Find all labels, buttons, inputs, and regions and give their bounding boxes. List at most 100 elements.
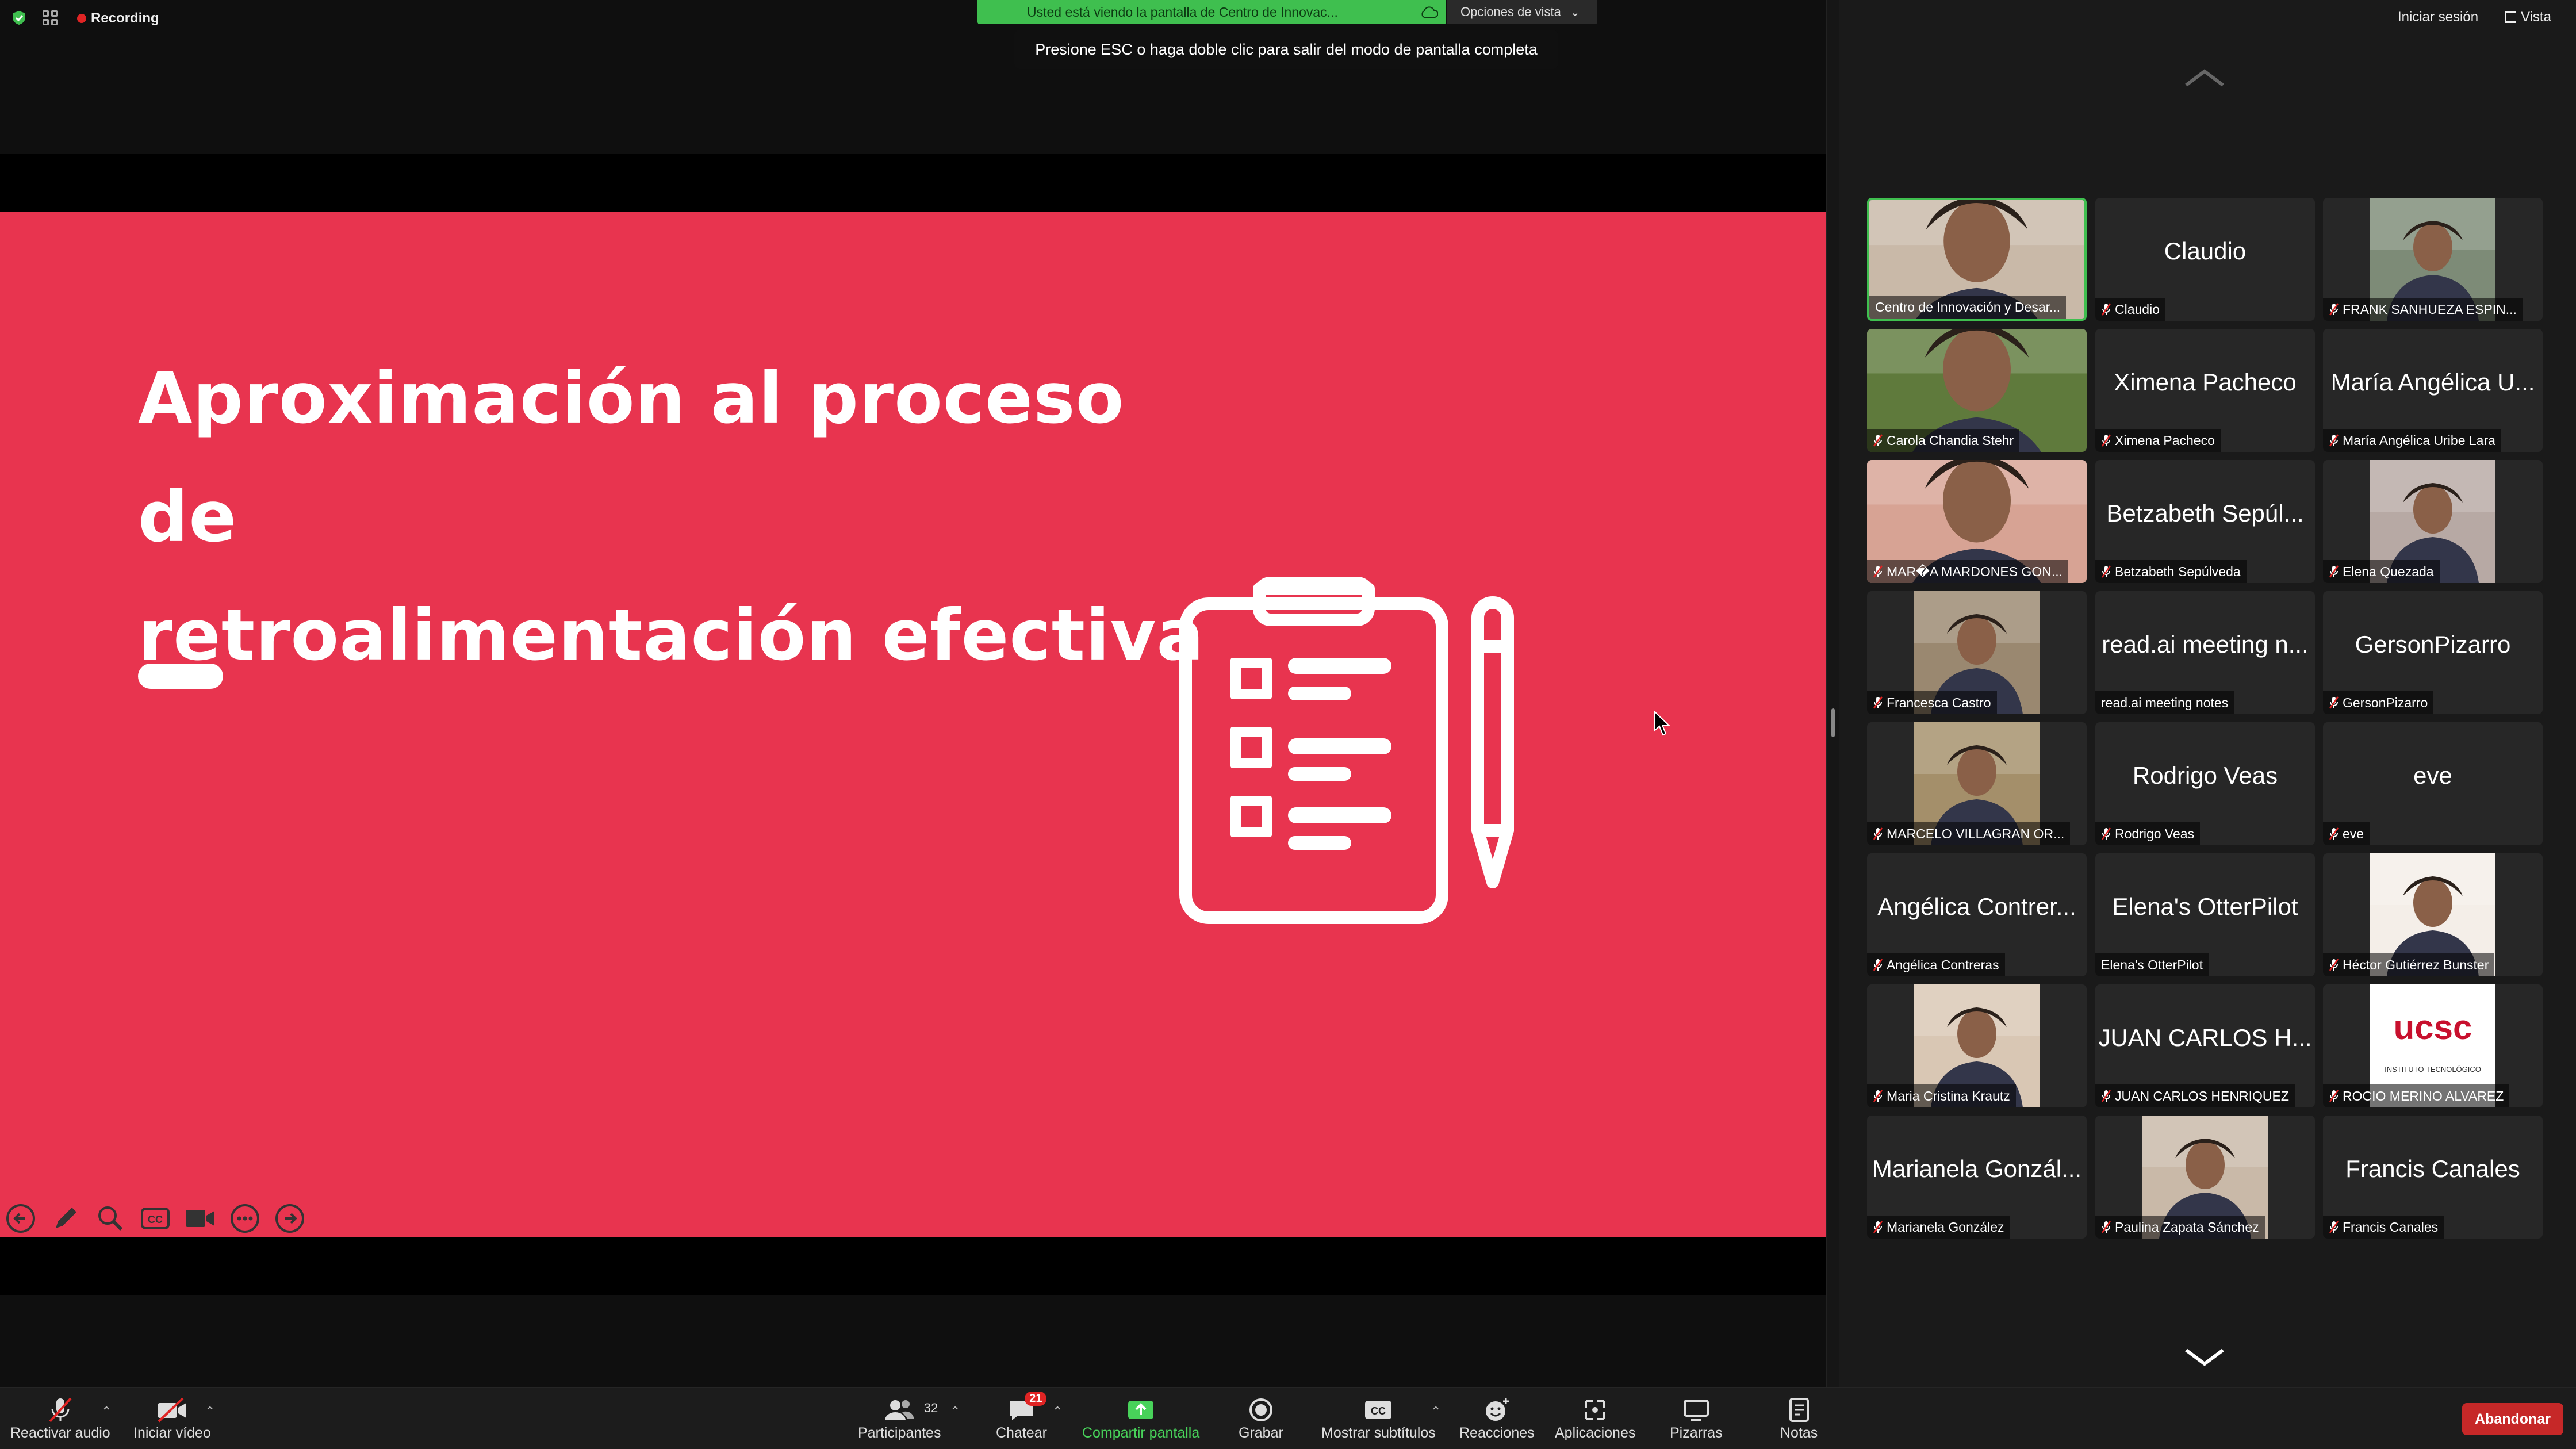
participant-tile[interactable]: read.ai meeting n... read.ai meeting note… <box>2095 591 2315 714</box>
microphone-muted-icon <box>2329 959 2339 971</box>
panel-splitter[interactable] <box>1826 0 1839 1387</box>
participant-tile[interactable]: Marianela Gonzál... Marianela González <box>1867 1116 2087 1239</box>
view-options-button[interactable]: Opciones de vista ⌄ <box>1447 0 1597 24</box>
participant-name: Paulina Zapata Sánchez <box>2115 1219 2259 1235</box>
participant-name-label: Paulina Zapata Sánchez <box>2095 1216 2265 1239</box>
participant-name-label: María Angélica Uribe Lara <box>2323 429 2501 452</box>
participant-tile[interactable]: Rodrigo Veas Rodrigo Veas <box>2095 722 2315 845</box>
microphone-muted-icon <box>1873 1090 1883 1102</box>
participant-name: GersonPizarro <box>2343 695 2428 710</box>
captions-icon-wrap: CC <box>1364 1395 1393 1425</box>
grid-icon[interactable] <box>43 10 59 26</box>
participant-tile[interactable]: Héctor Gutiérrez Bunster <box>2323 853 2543 976</box>
participant-tile[interactable]: eve eve <box>2323 722 2543 845</box>
participant-tile[interactable]: Betzabeth Sepúl... Betzabeth Sepúlveda <box>2095 460 2315 583</box>
video-options-caret-icon[interactable]: ⌃ <box>205 1404 215 1419</box>
participant-tile[interactable]: Carola Chandia Stehr <box>1867 329 2087 452</box>
more-tools-button[interactable] <box>229 1202 261 1235</box>
participant-tile[interactable]: Elena Quezada <box>2323 460 2543 583</box>
shared-slide[interactable]: Aproximación al proceso de retroalimenta… <box>0 212 1826 1237</box>
participant-tile[interactable]: GersonPizarro GersonPizarro <box>2323 591 2543 714</box>
participants-button[interactable]: 32 Participantes <box>858 1395 941 1448</box>
participant-name-label: MARCELO VILLAGRAN OR... <box>1867 822 2071 845</box>
participant-tile[interactable]: JUAN CARLOS H... JUAN CARLOS HENRIQUEZ <box>2095 984 2315 1107</box>
participants-icon-wrap: 32 <box>884 1395 938 1425</box>
participant-tile[interactable]: Francesca Castro <box>1867 591 2087 714</box>
captions-options-caret-icon[interactable]: ⌃ <box>1431 1404 1441 1419</box>
microphone-muted-icon <box>2329 434 2339 447</box>
chevron-down-icon: ⌄ <box>1570 6 1580 19</box>
reactions-button[interactable]: Reacciones <box>1459 1395 1535 1448</box>
participant-tile[interactable]: MAR�A MARDONES GON... <box>1867 460 2087 583</box>
participant-tile[interactable]: Maria Cristina Krautz <box>1867 984 2087 1107</box>
viewing-screen-banner: Usted está viendo la pantalla de Centro … <box>977 0 1446 24</box>
unmute-icon-wrap <box>47 1395 74 1425</box>
recording-label: Recording <box>91 10 159 26</box>
chat-unread-badge: 21 <box>1025 1392 1047 1406</box>
previous-slide-button[interactable] <box>5 1202 37 1235</box>
video-camera-icon <box>186 1210 214 1227</box>
closed-captions-icon: CC <box>1365 1401 1392 1419</box>
participant-name-label: Francesca Castro <box>1867 691 1997 714</box>
microphone-muted-icon <box>2329 696 2339 709</box>
chat-button[interactable]: 21 Chatear <box>996 1392 1047 1448</box>
reactions-icon-wrap <box>1483 1395 1511 1425</box>
participants-label: Participantes <box>858 1425 941 1441</box>
zoom-tool-button[interactable] <box>94 1202 126 1235</box>
gallery-scroll-up-button[interactable] <box>2183 67 2226 90</box>
participant-tile[interactable]: MARCELO VILLAGRAN OR... <box>1867 722 2087 845</box>
participant-name-label: Elena Quezada <box>2323 560 2440 583</box>
chat-options-caret-icon[interactable]: ⌃ <box>1052 1404 1063 1419</box>
logo-subtitle: INSTITUTO TECNOLÓGICO <box>2385 1065 2481 1074</box>
participant-name-label: JUAN CARLOS HENRIQUEZ <box>2095 1084 2295 1107</box>
start-video-button[interactable]: Iniciar vídeo <box>133 1395 211 1448</box>
view-options-label: Opciones de vista <box>1460 5 1561 19</box>
share-screen-button[interactable]: Compartir pantalla <box>1082 1395 1199 1448</box>
participant-tile[interactable]: Paulina Zapata Sánchez <box>2095 1116 2315 1239</box>
camera-tool-button[interactable] <box>184 1202 216 1235</box>
participant-tile[interactable]: Claudio Claudio <box>2095 198 2315 321</box>
show-captions-button[interactable]: CC Mostrar subtítulos <box>1321 1395 1436 1448</box>
participant-display-name: Claudio <box>2164 237 2247 264</box>
microphone-muted-icon <box>1873 434 1883 447</box>
view-menu-button[interactable]: Vista <box>2505 9 2551 25</box>
whiteboards-button[interactable]: Pizarras <box>1670 1395 1723 1448</box>
participant-tile[interactable]: Angélica Contrer... Angélica Contreras <box>1867 853 2087 976</box>
gallery-scroll-down-button[interactable] <box>2183 1346 2226 1368</box>
unmute-button[interactable]: Reactivar audio <box>10 1395 110 1448</box>
participant-name-label: Angélica Contreras <box>1867 953 2005 976</box>
slide-title-line-2: retroalimentación efectiva <box>138 595 1205 676</box>
participant-tile[interactable]: Elena's OtterPilot Elena's OtterPilot <box>2095 853 2315 976</box>
pen-tool-button[interactable] <box>49 1202 82 1235</box>
sign-in-link[interactable]: Iniciar sesión <box>2398 9 2478 25</box>
record-button[interactable]: Grabar <box>1239 1395 1283 1448</box>
whiteboards-icon-wrap <box>1683 1395 1709 1425</box>
notes-button[interactable]: Notas <box>1780 1395 1818 1448</box>
participants-options-caret-icon[interactable]: ⌃ <box>950 1404 960 1419</box>
participant-tile[interactable]: Centro de Innovación y Desar... <box>1867 198 2087 321</box>
participant-name: ROCIO MERINO ALVAREZ <box>2343 1088 2504 1103</box>
participant-tile[interactable]: ucsc INSTITUTO TECNOLÓGICO ROCIO MERINO AL… <box>2323 984 2543 1107</box>
share-screen-icon <box>1128 1401 1154 1419</box>
next-slide-button[interactable] <box>274 1202 306 1235</box>
participant-tile[interactable]: FRANK SANHUEZA ESPIN... <box>2323 198 2543 321</box>
microphone-muted-icon <box>1873 959 1883 971</box>
participant-tile[interactable]: Ximena Pacheco Ximena Pacheco <box>2095 329 2315 452</box>
recording-indicator[interactable]: Recording <box>77 9 159 28</box>
shield-check-icon[interactable] <box>12 10 26 25</box>
participant-display-name: GersonPizarro <box>2355 631 2511 658</box>
participant-tile[interactable]: Francis Canales Francis Canales <box>2323 1116 2543 1239</box>
participant-tile[interactable]: María Angélica U... María Angélica Uribe … <box>2323 329 2543 452</box>
microphone-muted-icon <box>1873 565 1883 578</box>
microphone-muted-icon <box>2329 565 2339 578</box>
apps-button[interactable]: Aplicaciones <box>1555 1395 1635 1448</box>
participant-display-name: Rodrigo Veas <box>2132 762 2278 789</box>
recording-dot-icon <box>77 14 86 23</box>
leave-meeting-button[interactable]: Abandonar <box>2462 1403 2563 1435</box>
audio-options-caret-icon[interactable]: ⌃ <box>101 1404 112 1419</box>
microphone-muted-icon <box>49 1397 72 1423</box>
gallery-view-icon <box>2505 12 2516 23</box>
participant-name-label: Marianela González <box>1867 1216 2010 1239</box>
captions-tool-button[interactable]: CC <box>139 1202 171 1235</box>
splitter-handle[interactable] <box>1831 708 1835 737</box>
